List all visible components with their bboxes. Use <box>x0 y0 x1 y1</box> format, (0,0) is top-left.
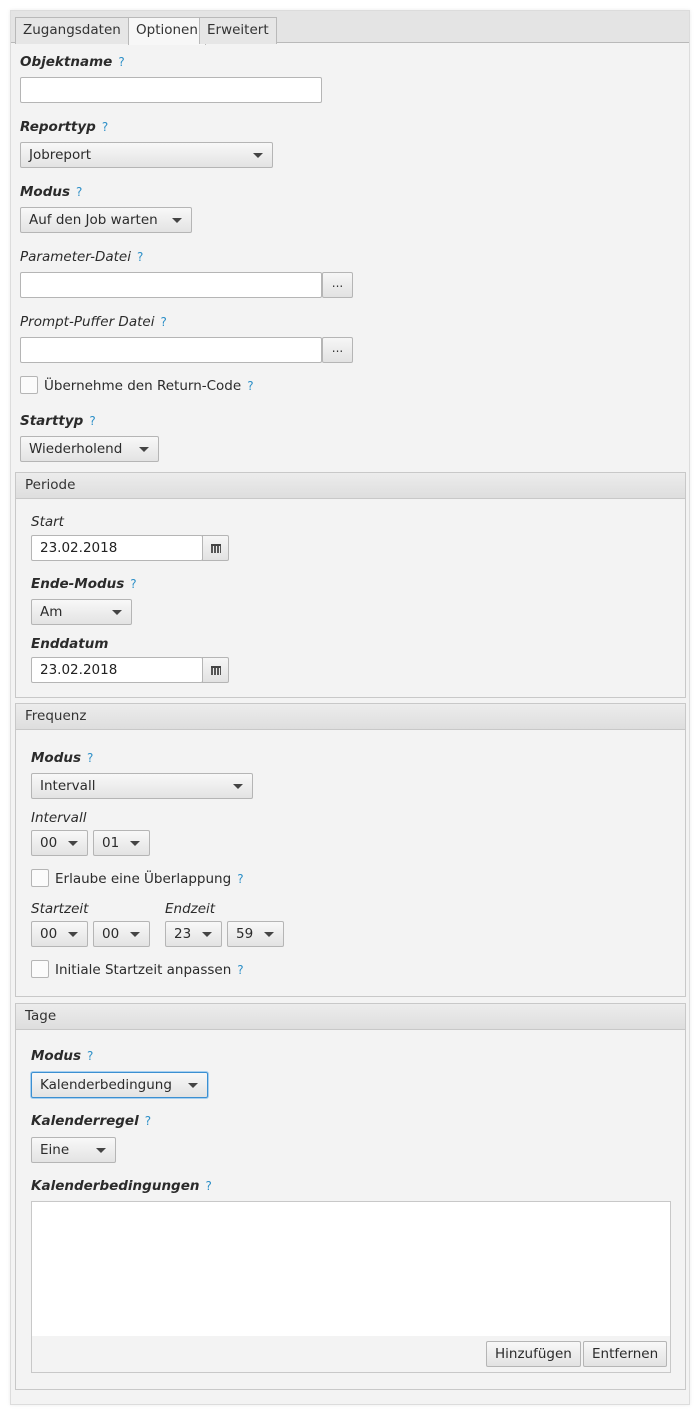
chevron-down-icon <box>68 932 78 937</box>
end-hours-select[interactable]: 23 <box>165 921 222 947</box>
start-time-label: Startzeit <box>31 901 89 917</box>
end-date-input[interactable]: 23.02.2018 <box>31 657 203 683</box>
period-start-label: Start <box>31 514 64 530</box>
chevron-down-icon <box>68 841 78 846</box>
start-minutes-select[interactable]: 00 <box>93 921 150 947</box>
interval-label: Intervall <box>31 810 87 826</box>
period-panel: Periode Start 23.02.2018 Ende-Modus? Am … <box>15 472 686 698</box>
frequency-mode-label: Modus? <box>31 750 94 766</box>
tab-bar: Zugangsdaten Optionen Erweitert <box>11 11 689 45</box>
help-icon[interactable]: ? <box>237 963 243 977</box>
chevron-down-icon <box>139 447 149 452</box>
days-mode-select[interactable]: Kalenderbedingung <box>31 1072 208 1098</box>
help-icon[interactable]: ? <box>102 120 108 134</box>
end-mode-select[interactable]: Am <box>31 599 132 625</box>
object-name-label: Objektname? <box>20 54 125 70</box>
interval-minutes-select[interactable]: 01 <box>93 830 150 856</box>
chevron-down-icon <box>96 1148 106 1153</box>
chevron-down-icon <box>253 153 263 158</box>
days-panel-title: Tage <box>16 1004 685 1030</box>
end-minutes-select[interactable]: 59 <box>227 921 284 947</box>
interval-hours-select[interactable]: 00 <box>31 830 88 856</box>
help-icon[interactable]: ? <box>205 1179 211 1193</box>
help-icon[interactable]: ? <box>76 185 82 199</box>
end-date-button[interactable] <box>202 657 229 683</box>
prompt-file-browse-button[interactable]: ... <box>322 337 353 363</box>
help-icon[interactable]: ? <box>87 1049 93 1063</box>
prompt-file-input[interactable] <box>20 337 322 363</box>
start-hours-select[interactable]: 00 <box>31 921 88 947</box>
calendar-rule-select[interactable]: Eine <box>31 1137 116 1163</box>
chevron-down-icon <box>202 932 212 937</box>
start-type-select[interactable]: Wiederholend <box>20 436 159 462</box>
help-icon[interactable]: ? <box>118 55 124 69</box>
calendar-icon <box>211 544 221 553</box>
remove-condition-button[interactable]: Entfernen <box>583 1341 668 1367</box>
chevron-down-icon <box>130 932 140 937</box>
help-icon[interactable]: ? <box>89 414 95 428</box>
help-icon[interactable]: ? <box>137 250 143 264</box>
return-code-label: Übernehme den Return-Code? <box>44 378 254 394</box>
prompt-file-label: Prompt-Puffer Datei? <box>20 314 167 330</box>
help-icon[interactable]: ? <box>237 872 243 886</box>
adjust-start-label: Initiale Startzeit anpassen? <box>55 962 244 978</box>
report-type-label: Reporttyp? <box>20 119 109 135</box>
frequency-panel: Frequenz Modus? Intervall Intervall 00 0… <box>15 703 686 997</box>
param-file-browse-button[interactable]: ... <box>322 272 353 298</box>
mode-select[interactable]: Auf den Job warten <box>20 207 192 233</box>
chevron-down-icon <box>264 932 274 937</box>
tab-erweitert[interactable]: Erweitert <box>199 17 277 44</box>
add-condition-button[interactable]: Hinzufügen <box>486 1341 581 1367</box>
return-code-checkbox[interactable] <box>20 376 38 394</box>
calendar-icon <box>211 666 221 675</box>
overlap-checkbox[interactable] <box>31 869 49 887</box>
param-file-input[interactable] <box>20 272 322 298</box>
start-type-label: Starttyp? <box>20 413 96 429</box>
days-mode-label: Modus? <box>31 1048 94 1064</box>
tab-optionen[interactable]: Optionen <box>128 17 206 45</box>
help-icon[interactable]: ? <box>130 577 136 591</box>
param-file-label: Parameter-Datei? <box>20 249 144 265</box>
object-name-input[interactable] <box>20 77 322 103</box>
chevron-down-icon <box>130 841 140 846</box>
days-panel: Tage Modus? Kalenderbedingung Kalenderre… <box>15 1003 686 1390</box>
end-date-label: Enddatum <box>31 636 109 652</box>
mode-label: Modus? <box>20 184 83 200</box>
help-icon[interactable]: ? <box>87 751 93 765</box>
frequency-mode-select[interactable]: Intervall <box>31 773 253 799</box>
period-start-date-button[interactable] <box>202 535 229 561</box>
chevron-down-icon <box>112 610 122 615</box>
calendar-rule-label: Kalenderregel? <box>31 1113 152 1129</box>
adjust-start-checkbox[interactable] <box>31 960 49 978</box>
chevron-down-icon <box>233 784 243 789</box>
chevron-down-icon <box>172 218 182 223</box>
conditions-button-bar: Hinzufügen Entfernen <box>32 1336 670 1372</box>
end-mode-label: Ende-Modus? <box>31 576 137 592</box>
calendar-conditions-label: Kalenderbedingungen? <box>31 1178 212 1194</box>
help-icon[interactable]: ? <box>160 315 166 329</box>
end-time-label: Endzeit <box>165 901 216 917</box>
tab-zugangsdaten[interactable]: Zugangsdaten <box>15 17 129 44</box>
report-type-select[interactable]: Jobreport <box>20 142 273 168</box>
period-start-input[interactable]: 23.02.2018 <box>31 535 203 561</box>
help-icon[interactable]: ? <box>247 379 253 393</box>
help-icon[interactable]: ? <box>145 1114 151 1128</box>
frequency-panel-title: Frequenz <box>16 704 685 730</box>
calendar-conditions-list[interactable]: Hinzufügen Entfernen <box>31 1201 671 1373</box>
options-form: Zugangsdaten Optionen Erweitert Objektna… <box>10 10 690 1405</box>
chevron-down-icon <box>188 1083 198 1088</box>
period-panel-title: Periode <box>16 473 685 499</box>
overlap-label: Erlaube eine Überlappung? <box>55 871 244 887</box>
